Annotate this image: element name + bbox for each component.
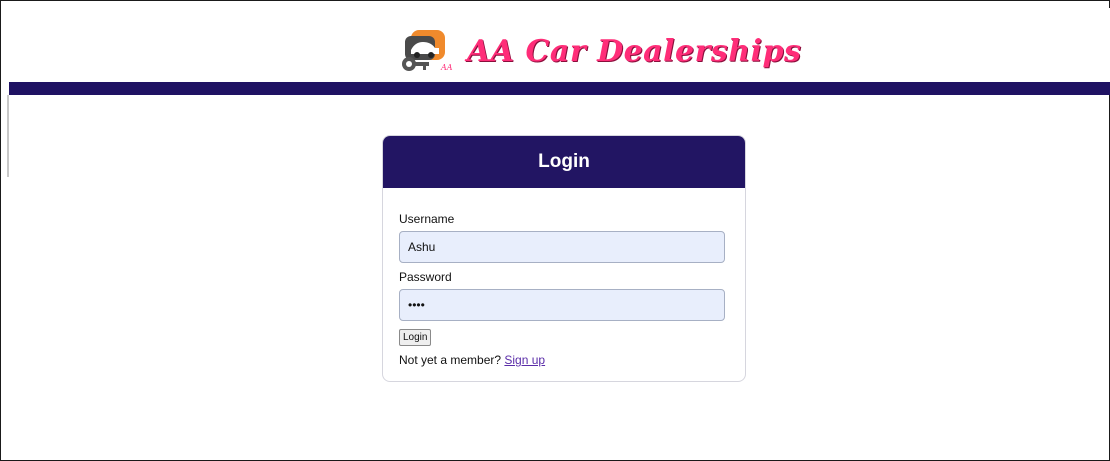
username-label: Username — [399, 212, 455, 226]
login-button[interactable]: Login — [399, 329, 432, 346]
password-label: Password — [399, 270, 452, 284]
signup-row: Not yet a member? Sign up — [399, 353, 723, 367]
username-input[interactable]: Ashu — [399, 231, 725, 263]
site-header: AA AA Car Dealerships — [9, 8, 1110, 82]
brand-name: AA Car Dealerships — [467, 33, 802, 69]
svg-text:AA: AA — [440, 63, 453, 72]
login-title: Login — [538, 151, 590, 172]
brand-logo[interactable]: AA AA Car Dealerships — [397, 26, 801, 76]
car-keys-logo-icon: AA — [402, 30, 453, 72]
nav-bar — [9, 82, 1110, 95]
login-card: Login Username Ashu Password •••• Login … — [382, 135, 746, 382]
login-card-header: Login — [383, 136, 745, 188]
login-form: Username Ashu Password •••• Login Not ye… — [383, 188, 745, 367]
password-input[interactable]: •••• — [399, 289, 725, 321]
signup-link[interactable]: Sign up — [504, 353, 545, 367]
page-edge-divider — [7, 95, 9, 177]
member-prompt: Not yet a member? — [399, 353, 502, 367]
